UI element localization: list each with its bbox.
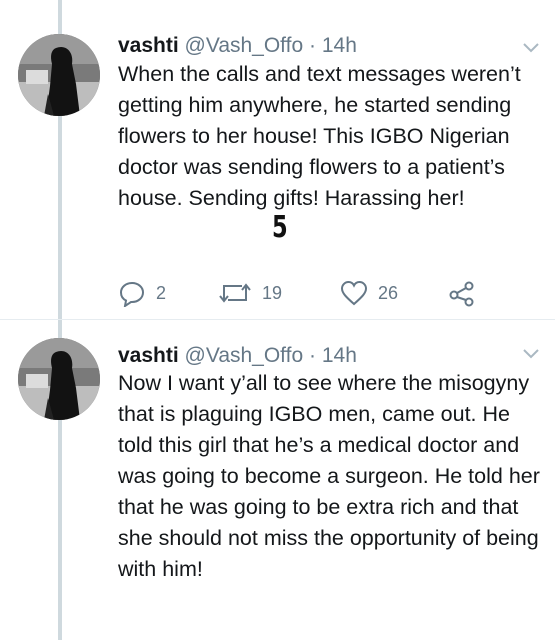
- tweet-text: When the calls and text messages weren’t…: [118, 62, 521, 210]
- like-count: 26: [378, 282, 399, 303]
- avatar[interactable]: [18, 34, 100, 116]
- tweet[interactable]: vashti @Vash_Offo · 14h When the calls a…: [0, 0, 555, 320]
- reply-icon: [119, 281, 145, 307]
- reply-button[interactable]: 2: [118, 278, 166, 308]
- retweet-button[interactable]: 19: [218, 278, 282, 308]
- author-name[interactable]: vashti: [118, 344, 179, 367]
- avatar-image: [18, 34, 100, 116]
- avatar[interactable]: [18, 338, 100, 420]
- timestamp[interactable]: 14h: [322, 34, 357, 57]
- share-icon: [449, 281, 474, 307]
- reply-count: 2: [156, 282, 167, 303]
- tweet-text: Now I want y’all to see where the misogy…: [118, 371, 540, 581]
- overlay-number: 5: [272, 210, 288, 245]
- heart-icon: [340, 280, 368, 306]
- tweet-header: vashti @Vash_Offo · 14h: [118, 343, 357, 369]
- retweet-count: 19: [262, 282, 283, 303]
- like-button[interactable]: 26: [340, 278, 398, 308]
- retweet-icon: [219, 283, 251, 303]
- author-handle[interactable]: @Vash_Offo: [185, 344, 304, 367]
- tweet-actions: 2 19 26: [118, 278, 518, 308]
- share-button[interactable]: [448, 278, 476, 308]
- timestamp[interactable]: 14h: [322, 344, 357, 367]
- avatar-image: [18, 338, 100, 420]
- tweet[interactable]: vashti @Vash_Offo · 14h Now I want y’all…: [0, 320, 555, 640]
- separator-dot: ·: [309, 344, 316, 367]
- author-handle[interactable]: @Vash_Offo: [185, 34, 304, 57]
- tweet-header: vashti @Vash_Offo · 14h: [118, 33, 357, 59]
- author-name[interactable]: vashti: [118, 34, 179, 57]
- chevron-down-icon[interactable]: [522, 42, 540, 54]
- chevron-down-icon[interactable]: [522, 348, 540, 360]
- separator-dot: ·: [309, 34, 316, 57]
